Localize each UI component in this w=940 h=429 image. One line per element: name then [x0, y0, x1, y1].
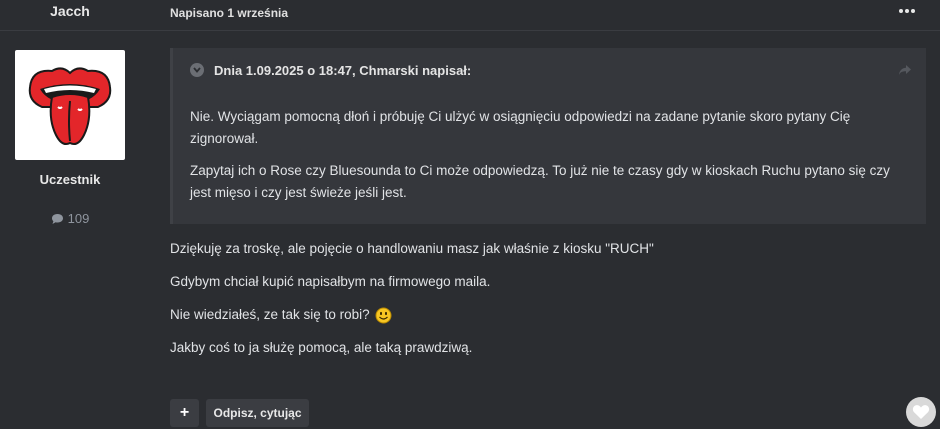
quote-citation[interactable]: Dnia 1.09.2025 o 18:47, Chmarski napisał… — [214, 63, 471, 78]
chevron-down-icon — [193, 67, 201, 73]
author-name[interactable]: Jacch — [0, 3, 140, 23]
avatar[interactable] — [15, 50, 125, 160]
body-paragraph: Dziękuję za troskę, ale pojęcie o handlo… — [170, 241, 654, 256]
ellipsis-icon — [899, 9, 903, 13]
post-count-value: 109 — [67, 211, 90, 226]
body-paragraph: Nie wiedziałeś, ze tak się to robi? — [170, 304, 920, 326]
quote-paragraph: Zapytaj ich o Rose czy Bluesounda to Ci … — [190, 163, 890, 200]
author-column: Jacch Uczestnik 109 — [0, 0, 140, 429]
smiley-icon — [375, 307, 392, 323]
body-paragraph: Jakby coś to ja służę pomocą, ale taką p… — [170, 340, 473, 355]
quote-collapse-toggle[interactable] — [190, 63, 204, 77]
user-role: Uczestnik — [39, 172, 101, 187]
post-body: Dziękuję za troskę, ale pojęcie o handlo… — [170, 238, 920, 370]
like-button[interactable] — [906, 397, 936, 427]
more-options-button[interactable] — [896, 2, 918, 20]
multiquote-add-button[interactable]: + — [170, 399, 199, 427]
comment-icon — [51, 213, 63, 224]
rolling-stones-tongue-logo-icon — [28, 67, 112, 145]
quote-block: Dnia 1.09.2025 o 18:47, Chmarski napisał… — [170, 48, 926, 224]
post-date[interactable]: Napisano 1 września — [170, 6, 288, 20]
share-arrow-icon[interactable] — [897, 62, 913, 78]
quote-body: Nie. Wyciągam pomocną dłoń i próbuję Ci … — [190, 106, 910, 214]
reply-quote-button[interactable]: Odpisz, cytując — [206, 399, 309, 427]
plus-icon: + — [179, 404, 190, 421]
heart-icon — [912, 405, 930, 419]
quote-paragraph: Nie. Wyciągam pomocną dłoń i próbuję Ci … — [190, 109, 851, 146]
header-divider — [0, 30, 940, 31]
body-paragraph: Gdybym chciał kupić napisałbym na firmow… — [170, 274, 491, 289]
post-count: 109 — [0, 211, 140, 226]
